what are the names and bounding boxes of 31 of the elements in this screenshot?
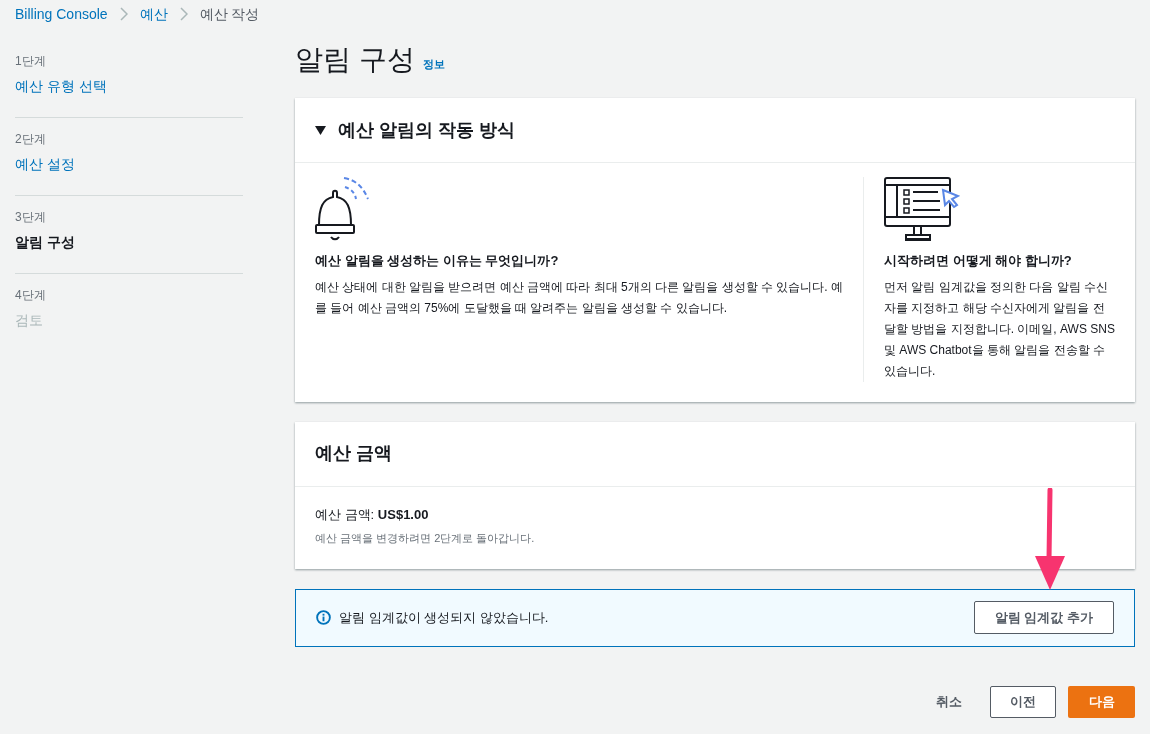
breadcrumb-link[interactable]: 예산 [139,3,168,25]
cancel-button[interactable]: 취소 [920,685,978,718]
budget-amount-text: 예산 금액: US$1.00 [315,505,430,524]
step-title: 검토 [15,311,44,330]
alert-message: 알림 임계값이 생성되지 않았습니다. [339,608,550,627]
breadcrumb-current: 예산 작성 [199,4,260,24]
step-title[interactable]: 예산 유형 선택 [15,76,243,97]
add-threshold-button[interactable]: 알림 임계값 추가 [973,601,1114,634]
next-button[interactable]: 다음 [1068,685,1135,718]
step-title[interactable]: 예산 설정 [15,154,243,175]
column-heading: 예산 알림을 생성하는 이유는 무엇입니까? [315,252,560,270]
panel-title: 예산 금액 [295,421,1135,487]
column-text: 예산 상태에 대한 알림을 받으려면 예산 금액에 따라 최대 5개의 다른 알림을 생성할 수 있습니다. 예를 들어 예산 금액의 75%에 도달했을 때 알려주는 알림을 생성할 수 있습니다. [315,278,845,317]
page-title: 알림 구성 [295,43,415,77]
previous-button[interactable]: 이전 [990,685,1056,718]
budget-hint: 예산 금액을 변경하려면 2단계로 돌아갑니다. [315,531,536,546]
chevron-right-icon [179,7,188,21]
section-toggle[interactable]: 예산 알림의 작동 방식 [295,98,1135,163]
step-title: 알림 구성 [15,233,76,252]
caret-icon [315,125,326,135]
info-link[interactable]: 정보 [422,55,445,72]
step-number: 2단계 [15,131,47,148]
step-number: 1단계 [15,53,47,70]
chevron-right-icon [119,7,128,21]
monitor-checklist-icon [884,177,960,243]
info-icon [316,610,331,625]
breadcrumb-link[interactable]: Billing Console [15,3,108,25]
column-heading: 시작하려면 어떻게 해야 합니까? [884,252,1073,270]
step-number: 4단계 [15,287,47,304]
column-text: 먼저 알림 임계값을 정의한 다음 알림 수신자를 지정하고 해당 수신자에게 알림을 전달할 방법을 지정합니다. 이메일, AWS SNS 및 AWS Chatbot을 통해 알림을 전송할 수 있습니다. [884,278,1115,380]
step-number: 3단계 [15,209,47,226]
